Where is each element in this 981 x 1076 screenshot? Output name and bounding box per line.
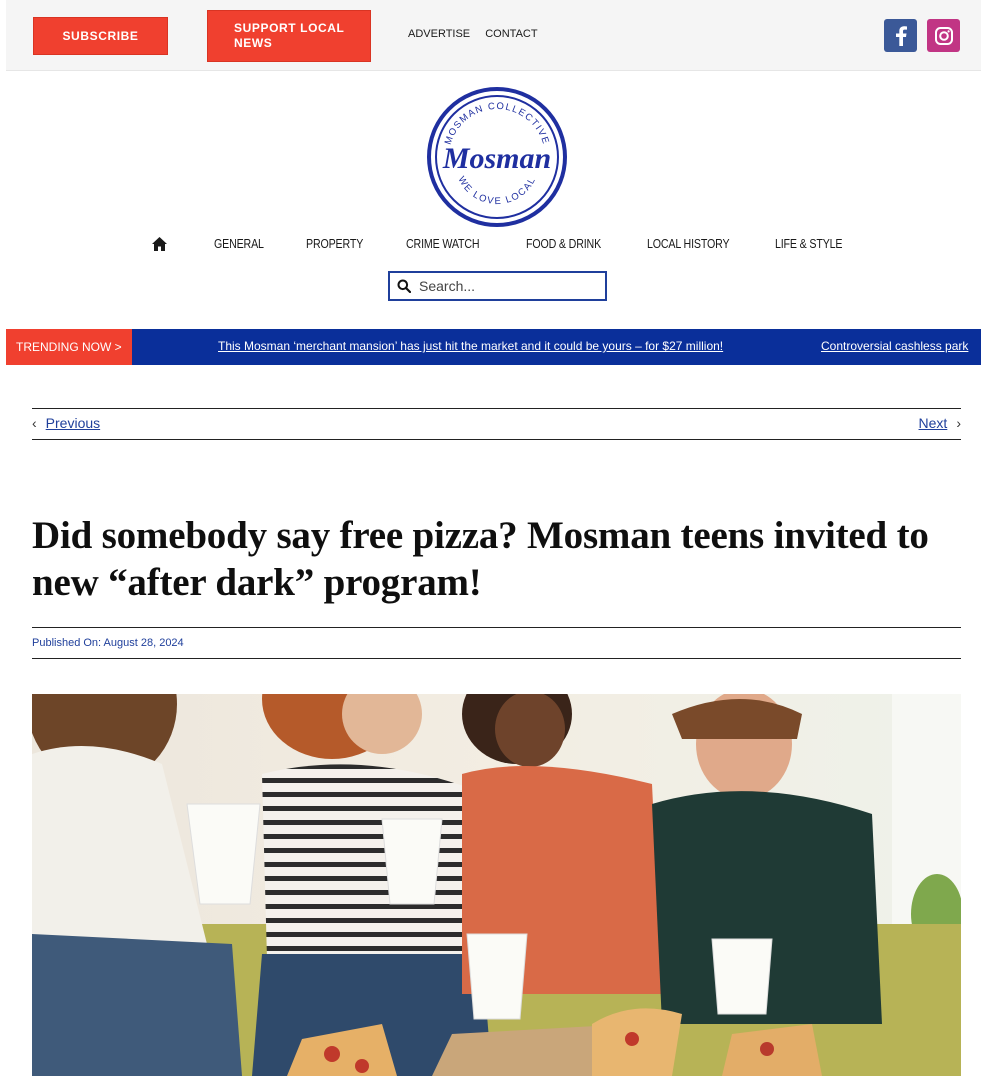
nav-life-style[interactable]: LIFE & STYLE xyxy=(775,232,843,256)
search-input[interactable] xyxy=(419,278,589,294)
instagram-icon[interactable] xyxy=(927,19,960,52)
nav-crime-watch[interactable]: CRIME WATCH xyxy=(406,232,480,256)
logo-wordmark: Mosman xyxy=(442,142,551,175)
post-pager: ‹ Previous Next › xyxy=(32,408,961,440)
nav-property[interactable]: PROPERTY xyxy=(306,232,363,256)
article-title: Did somebody say free pizza? Mosman teen… xyxy=(32,514,929,604)
top-bar: SUBSCRIBE SUPPORT LOCAL NEWS ADVERTISE C… xyxy=(6,0,981,71)
search-icon xyxy=(397,279,411,293)
advertise-link[interactable]: ADVERTISE xyxy=(408,28,470,40)
chevron-right-icon: › xyxy=(956,415,961,431)
previous-link[interactable]: ‹ Previous xyxy=(32,415,100,431)
nav-general[interactable]: GENERAL xyxy=(214,232,264,256)
next-link[interactable]: Next › xyxy=(919,415,961,431)
site-logo[interactable]: MOSMAN COLLECTIVE WE LOVE LOCAL Mosman xyxy=(425,86,569,228)
nav-local-history[interactable]: LOCAL HISTORY xyxy=(647,232,730,256)
trending-label: TRENDING NOW > xyxy=(6,329,132,365)
main-nav: GENERAL PROPERTY CRIME WATCH FOOD & DRIN… xyxy=(0,232,981,256)
trending-item[interactable]: This Mosman ‘merchant mansion’ has just … xyxy=(218,339,723,353)
top-links: ADVERTISE CONTACT xyxy=(408,28,550,40)
chevron-left-icon: ‹ xyxy=(32,415,37,431)
support-local-news-button[interactable]: SUPPORT LOCAL NEWS xyxy=(207,10,371,62)
previous-label: Previous xyxy=(45,415,101,431)
nav-food-drink[interactable]: FOOD & DRINK xyxy=(526,232,601,256)
facebook-icon[interactable] xyxy=(884,19,917,52)
article-hero-image xyxy=(32,694,961,1076)
search-box xyxy=(388,271,607,301)
subscribe-button[interactable]: SUBSCRIBE xyxy=(33,17,168,55)
next-label: Next xyxy=(918,415,948,431)
published-date: Published On: August 28, 2024 xyxy=(32,627,961,659)
trending-item[interactable]: Controversial cashless park xyxy=(821,339,968,353)
trending-bar: TRENDING NOW > This Mosman ‘merchant man… xyxy=(6,329,981,365)
contact-link[interactable]: CONTACT xyxy=(485,28,537,40)
